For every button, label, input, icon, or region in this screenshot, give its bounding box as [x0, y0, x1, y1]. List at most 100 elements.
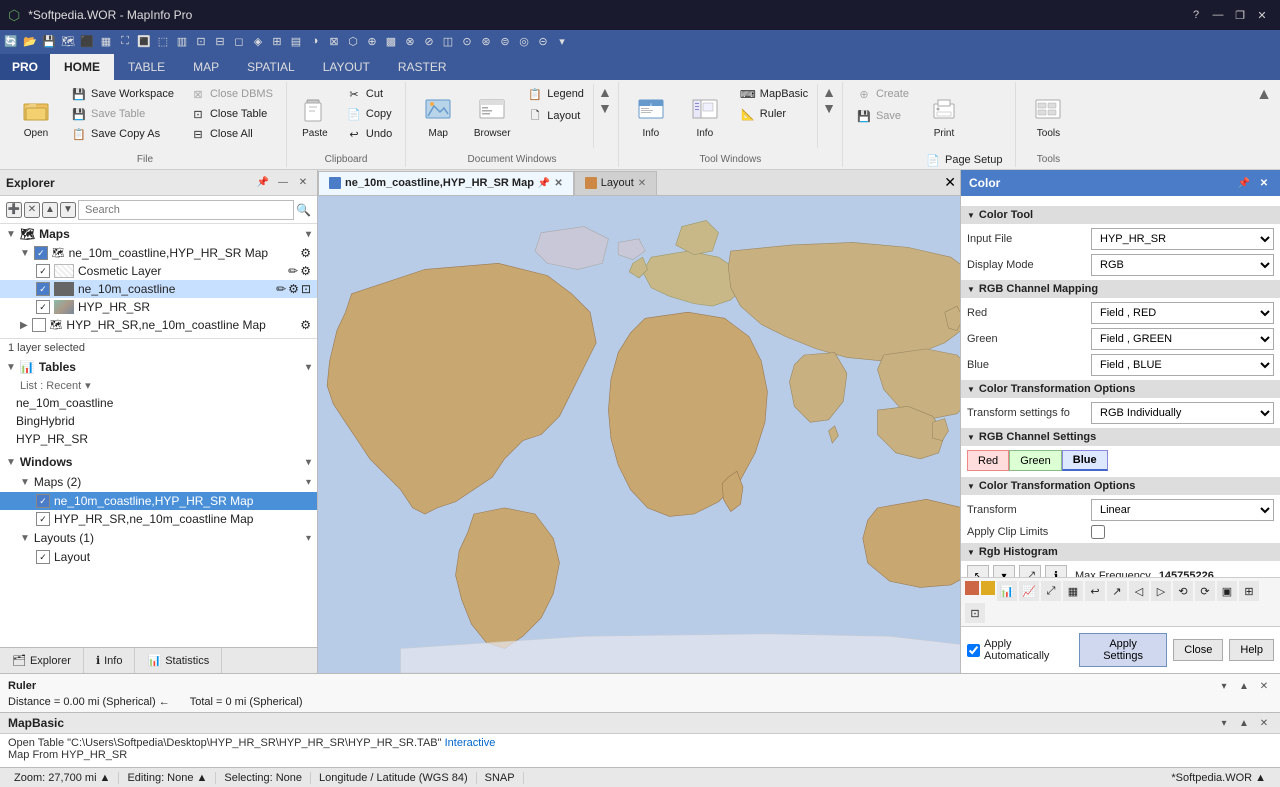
ribbon-collapse-btn[interactable]: ▲ [1252, 82, 1276, 167]
hyp-visible-checkbox[interactable] [36, 300, 50, 314]
ne-gear-icon[interactable]: ⚙ [288, 282, 299, 296]
color-icon-13[interactable]: ▣ [1217, 581, 1237, 601]
qa-icon-20[interactable]: ⊕ [363, 32, 381, 50]
mapbasic-button[interactable]: ⌨ MapBasic [733, 84, 815, 104]
color-icon-6[interactable]: ▦ [1063, 581, 1083, 601]
tab-table[interactable]: TABLE [114, 54, 179, 80]
close-color-button[interactable]: Close [1173, 639, 1223, 661]
ruler-button[interactable]: 📐 Ruler [733, 104, 815, 124]
transform-settings-select[interactable]: RGB Individually [1091, 402, 1274, 424]
histogram-dropdown-btn[interactable]: ▾ [993, 565, 1015, 577]
ruler-dropdown-btn[interactable]: ▾ [1216, 678, 1232, 694]
tab-map[interactable]: MAP [179, 54, 233, 80]
qa-icon-6[interactable]: ▦ [97, 32, 115, 50]
tab-explorer[interactable]: 🗂 Explorer [0, 648, 84, 673]
qa-icon-22[interactable]: ⊗ [401, 32, 419, 50]
color-icon-4[interactable]: 📈 [1019, 581, 1039, 601]
tools-button[interactable]: Tools [1022, 84, 1074, 148]
histogram-crosshair-btn[interactable]: ⤢ [1019, 565, 1041, 577]
layout-win-checkbox[interactable] [36, 550, 50, 564]
rgb-mapping-section[interactable]: RGB Channel Mapping [961, 280, 1280, 298]
qa-icon-30[interactable]: ▾ [553, 32, 571, 50]
tab-raster[interactable]: RASTER [384, 54, 461, 80]
tables-section-header[interactable]: ▼ 📊 Tables ▾ [0, 357, 317, 377]
histogram-info-btn[interactable]: ℹ [1045, 565, 1067, 577]
win-map2-item[interactable]: HYP_HR_SR,ne_10m_coastline Map [0, 510, 317, 528]
close-all-button[interactable]: ⊟ Close All [183, 124, 280, 144]
tab-layout[interactable]: LAYOUT [309, 54, 384, 80]
map2-options-icon[interactable]: ⚙ [300, 318, 311, 332]
qa-icon-13[interactable]: ◻ [230, 32, 248, 50]
map1-options-icon[interactable]: ⚙ [300, 246, 311, 260]
input-file-select[interactable]: HYP_HR_SR [1091, 228, 1274, 250]
tool-windows-scroll-down[interactable]: ▼ [822, 100, 836, 116]
channel-settings-section[interactable]: RGB Channel Settings [961, 428, 1280, 446]
qa-icon-19[interactable]: ⬡ [344, 32, 362, 50]
qa-icon-1[interactable]: 🔄 [2, 32, 20, 50]
tab-spatial[interactable]: SPATIAL [233, 54, 309, 80]
win-map2-checkbox[interactable] [36, 512, 50, 526]
qa-icon-17[interactable]: ◑ [306, 32, 324, 50]
tab-statistics[interactable]: 📊 Statistics [135, 648, 222, 673]
ruler-expand-btn[interactable]: ▲ [1236, 678, 1252, 694]
layout-doc-tab[interactable]: Layout ✕ [574, 171, 657, 195]
color-icon-10[interactable]: ▷ [1151, 581, 1171, 601]
blue-channel-btn[interactable]: Blue [1062, 450, 1108, 471]
green-channel-select[interactable]: Field , GREEN [1091, 328, 1274, 350]
list-recent-dropdown[interactable]: ▾ [85, 379, 91, 392]
mapbasic-close-btn[interactable]: ✕ [1256, 715, 1272, 731]
histogram-cursor-btn[interactable]: ↖ [967, 565, 989, 577]
color-icon-11[interactable]: ⟲ [1173, 581, 1193, 601]
explorer-close-btn[interactable]: ✕ [295, 175, 311, 191]
maps-windows-dropdown[interactable]: ▾ [306, 477, 311, 488]
ne-layer-item[interactable]: ne_10m_coastline ✏ ⚙ ⊡ [0, 280, 317, 298]
color-panel-pin-btn[interactable]: 📌 [1236, 175, 1252, 191]
ruler-close-btn[interactable]: ✕ [1256, 678, 1272, 694]
qa-icon-2[interactable]: 📂 [21, 32, 39, 50]
qa-icon-24[interactable]: ◫ [439, 32, 457, 50]
undo-button[interactable]: ↩ Undo [339, 124, 399, 144]
doc-windows-scroll-up[interactable]: ▲ [598, 84, 612, 100]
search-input[interactable] [78, 200, 294, 220]
doc-windows-scroll-down[interactable]: ▼ [598, 100, 612, 116]
blue-channel-select[interactable]: Field , BLUE [1091, 354, 1274, 376]
qa-icon-29[interactable]: ⊝ [534, 32, 552, 50]
maps-section-header[interactable]: ▼ 🗺 Maps ▾ [0, 224, 317, 244]
hyp-layer-item[interactable]: HYP_HR_SR [0, 298, 317, 316]
map2-item[interactable]: ▶ 🗺 HYP_HR_SR,ne_10m_coastline Map ⚙ [0, 316, 317, 334]
qa-icon-15[interactable]: ⊞ [268, 32, 286, 50]
color-panel-close-btn[interactable]: ✕ [1256, 175, 1272, 191]
red-channel-btn[interactable]: Red [967, 450, 1009, 471]
color-icon-12[interactable]: ⟳ [1195, 581, 1215, 601]
layout-win-item[interactable]: Layout [0, 548, 317, 566]
color-icon-14[interactable]: ⊞ [1239, 581, 1259, 601]
map-window-button[interactable]: Map [412, 84, 464, 148]
open-button[interactable]: Open [10, 84, 62, 148]
color-icon-7[interactable]: ↩ [1085, 581, 1105, 601]
map1-visible-checkbox[interactable] [34, 246, 48, 260]
explorer-up-btn[interactable]: ▲ [42, 202, 58, 218]
qa-icon-9[interactable]: ⬚ [154, 32, 172, 50]
color-icon-15[interactable]: ⊡ [965, 603, 985, 623]
explorer-add-btn[interactable]: ➕ [6, 202, 22, 218]
table3-item[interactable]: HYP_HR_SR [0, 430, 317, 448]
apply-clip-checkbox[interactable] [1091, 525, 1105, 539]
qa-icon-18[interactable]: ⊠ [325, 32, 343, 50]
ne-visible-checkbox[interactable] [36, 282, 50, 296]
layout-button[interactable]: 🗋 Layout [520, 106, 591, 126]
win-map1-item[interactable]: ne_10m_coastline,HYP_HR_SR Map [0, 492, 317, 510]
map2-visible-checkbox[interactable] [32, 318, 46, 332]
ne-edit-icon[interactable]: ✏ [276, 282, 286, 296]
zoom-up-icon[interactable]: ▲ [100, 772, 111, 784]
apply-settings-button[interactable]: Apply Settings [1079, 633, 1167, 667]
collapse-ribbon-icon[interactable]: ▲ [1256, 86, 1272, 104]
explorer-min-btn[interactable]: — [275, 175, 291, 191]
win-map1-checkbox[interactable] [36, 494, 50, 508]
qa-icon-16[interactable]: ▤ [287, 32, 305, 50]
map-doc-tab[interactable]: ne_10m_coastline,HYP_HR_SR Map 📌 ✕ [318, 171, 574, 195]
cosmetic-edit-icon[interactable]: ✏ [288, 264, 298, 278]
mapbasic-expand-btn[interactable]: ▲ [1236, 715, 1252, 731]
qa-icon-23[interactable]: ⊘ [420, 32, 438, 50]
tab-info[interactable]: ℹ Info [84, 648, 136, 673]
histogram-section[interactable]: Rgb Histogram [961, 543, 1280, 561]
